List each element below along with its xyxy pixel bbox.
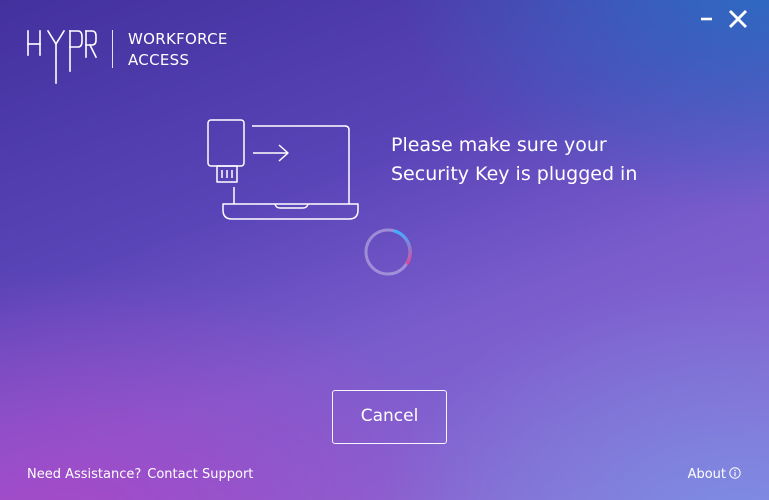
product-name-line1: WORKFORCE <box>128 30 228 48</box>
info-icon <box>729 467 741 479</box>
about-label: About <box>687 467 726 482</box>
minimize-icon <box>701 17 712 21</box>
close-button[interactable] <box>725 6 751 32</box>
instruction-line2: Security Key is plugged in <box>391 163 638 185</box>
hypr-logo <box>27 29 98 84</box>
logo-divider <box>112 30 113 68</box>
security-key-laptop-illustration <box>207 119 359 220</box>
instruction-line1: Please make sure your <box>391 134 607 156</box>
assistance-footer: Need Assistance? Contact Support <box>27 467 253 482</box>
minimize-button[interactable] <box>694 6 720 32</box>
product-name-line2: ACCESS <box>128 51 190 69</box>
product-name: WORKFORCE ACCESS <box>128 29 228 71</box>
cancel-button[interactable]: Cancel <box>332 390 447 444</box>
loading-spinner-icon <box>364 228 412 276</box>
instruction-message: Please make sure your Security Key is pl… <box>391 131 711 189</box>
need-assistance-label: Need Assistance? <box>27 467 142 482</box>
close-icon <box>729 10 747 28</box>
about-link[interactable]: About <box>688 467 741 482</box>
contact-support-link[interactable]: Contact Support <box>147 467 253 482</box>
